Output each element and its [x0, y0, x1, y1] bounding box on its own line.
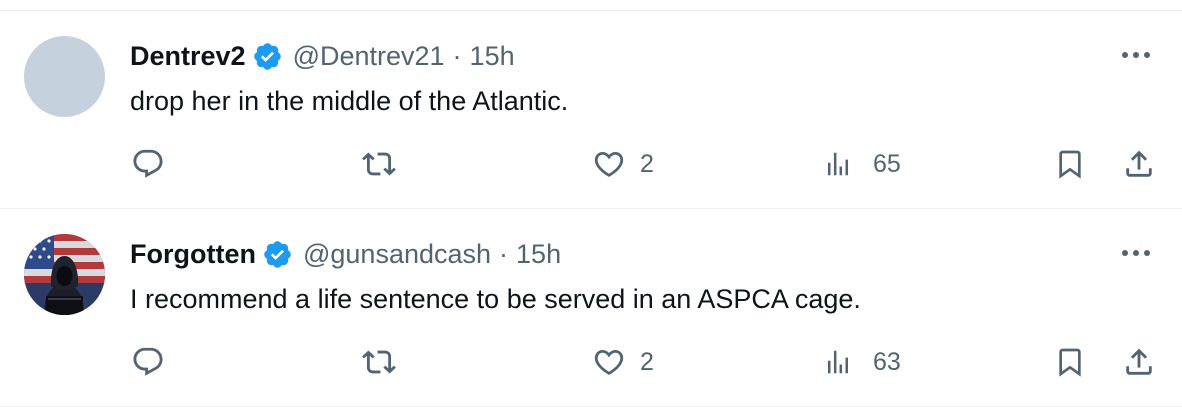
user-handle[interactable]: @Dentrev21 — [293, 41, 445, 72]
verified-badge-icon — [252, 41, 283, 72]
user-handle[interactable]: @gunsandcash — [303, 239, 491, 270]
retweet-icon — [362, 350, 396, 374]
bookmark-icon — [1059, 150, 1081, 179]
reply-icon — [133, 149, 163, 178]
view-count: 63 — [873, 347, 901, 376]
like-count: 2 — [640, 347, 654, 376]
views-icon — [828, 152, 848, 176]
retweet-icon — [362, 152, 396, 176]
tweet-text: drop her in the middle of the Atlantic. — [130, 86, 569, 116]
separator-dot: · — [452, 40, 462, 71]
verified-badge-icon — [262, 239, 293, 270]
tweet-text: I recommend a life sentence to be served… — [130, 284, 861, 314]
bookmark-button[interactable] — [1054, 342, 1086, 382]
views-icon — [828, 350, 848, 374]
more-icon[interactable] — [1116, 238, 1156, 268]
like-icon — [594, 349, 624, 375]
timestamp[interactable]: 15h — [470, 41, 515, 72]
display-name[interactable]: Dentrev2 — [130, 41, 246, 72]
like-count: 2 — [640, 149, 654, 178]
share-button[interactable] — [1122, 144, 1156, 184]
tweet-1[interactable]: Dentrev2 @Dentrev21 · 15h drop her in th… — [0, 11, 1182, 207]
bookmark-button[interactable] — [1054, 144, 1086, 184]
tweet-2[interactable]: Forgotten @gunsandcash · 15h I recommend… — [0, 209, 1182, 405]
like-button[interactable]: 2 — [592, 144, 654, 184]
timestamp[interactable]: 15h — [516, 239, 561, 270]
display-name[interactable]: Forgotten — [130, 239, 256, 270]
bookmark-icon — [1059, 348, 1081, 377]
share-button[interactable] — [1122, 342, 1156, 382]
view-count: 65 — [873, 149, 901, 178]
views-button[interactable]: 63 — [823, 342, 901, 382]
avatar[interactable] — [24, 234, 105, 315]
reply-button[interactable] — [131, 342, 165, 382]
reply-button[interactable] — [131, 144, 165, 184]
retweet-button[interactable] — [361, 144, 397, 184]
views-button[interactable]: 65 — [823, 144, 901, 184]
retweet-button[interactable] — [361, 342, 397, 382]
separator-dot: · — [499, 238, 509, 269]
like-icon — [594, 151, 624, 177]
avatar[interactable] — [24, 36, 105, 117]
like-button[interactable]: 2 — [592, 342, 654, 382]
share-icon — [1126, 348, 1152, 375]
share-icon — [1126, 150, 1152, 177]
reply-icon — [133, 347, 163, 376]
tweet-header: Forgotten @gunsandcash · 15h — [130, 236, 561, 272]
more-icon[interactable] — [1116, 40, 1156, 70]
bottom-divider — [0, 406, 1182, 407]
tweet-header: Dentrev2 @Dentrev21 · 15h — [130, 38, 515, 74]
